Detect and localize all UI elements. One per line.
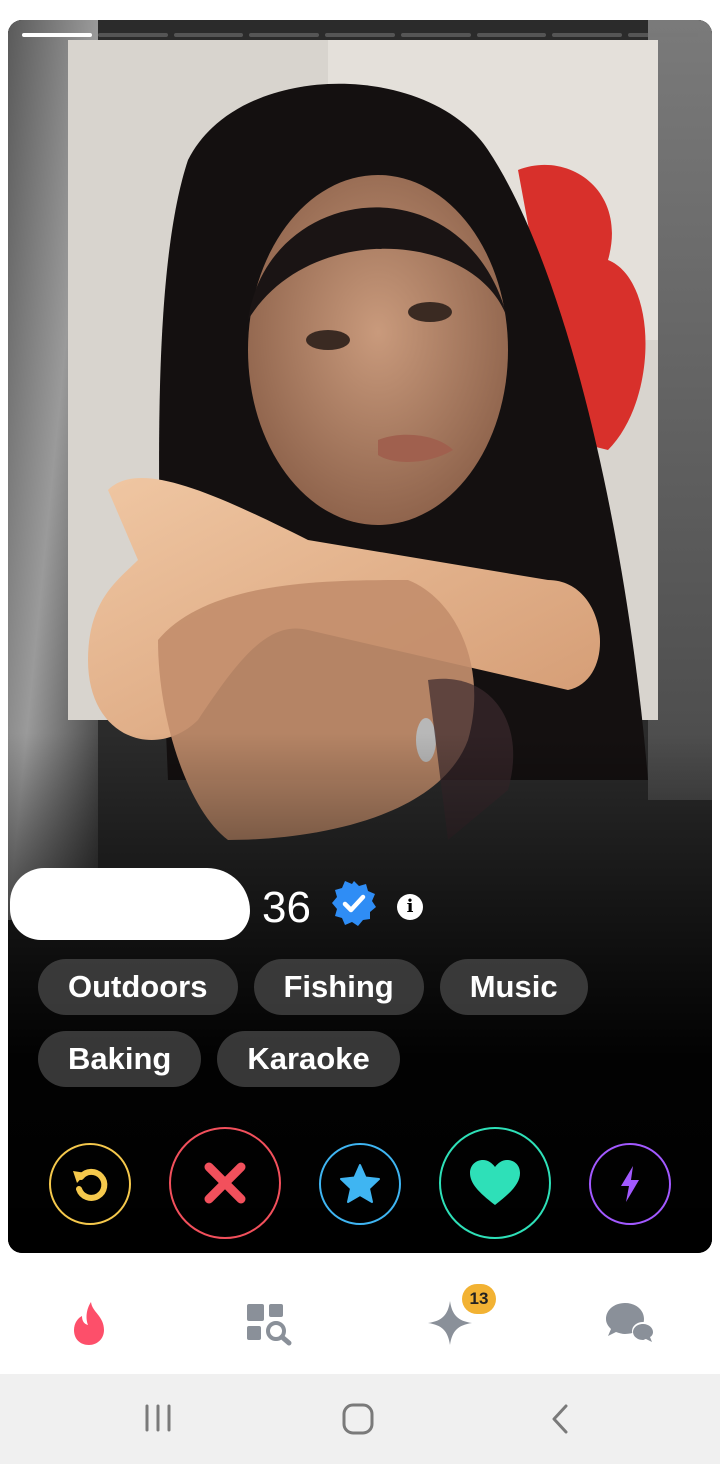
interest-tag: Baking [38,1031,202,1087]
system-nav-bar [0,1374,720,1464]
nav-discover[interactable] [64,1298,114,1348]
photo-progress-segment [97,33,168,37]
redacted-name [10,868,250,940]
profile-name-row: 36 i [8,860,708,950]
photo-progress [22,33,699,37]
super-like-button[interactable] [319,1143,401,1225]
rewind-icon [73,1168,108,1201]
photo-progress-segment [628,33,699,37]
interest-tags: Outdoors Fishing Music Baking Karaoke [38,959,688,1103]
home-icon[interactable] [341,1402,375,1436]
info-icon[interactable]: i [397,894,423,920]
chat-bubbles-icon [606,1303,654,1342]
likes-count-badge: 13 [462,1284,496,1314]
close-icon [204,1162,246,1204]
like-button[interactable] [439,1127,551,1239]
nav-explore[interactable] [244,1298,294,1348]
back-icon[interactable] [548,1402,572,1436]
rewind-button[interactable] [49,1143,131,1225]
profile-age: 36 [262,883,311,932]
explore-grid-icon [247,1304,292,1346]
swipe-actions [8,1120,712,1250]
interest-tags-row: Outdoors Fishing Music [38,959,688,1015]
nope-button[interactable] [169,1127,281,1239]
boost-button[interactable] [589,1143,671,1225]
star-icon [340,1164,380,1203]
interest-tag: Music [439,959,588,1015]
flame-icon [74,1302,104,1345]
interest-tag: Karaoke [217,1031,400,1087]
profile-card[interactable]: 36 i Outdoors Fishing Music Baking Karao… [8,20,712,1253]
photo-progress-segment [22,33,92,37]
lightning-icon [621,1166,639,1202]
photo-progress-segment [173,33,244,37]
interest-tag: Outdoors [38,959,238,1015]
photo-progress-segment [325,33,395,37]
photo-progress-segment [476,33,547,37]
heart-icon [470,1160,520,1205]
verified-badge-icon [332,881,376,926]
interest-tag: Fishing [253,959,424,1015]
nav-messages[interactable] [603,1298,654,1348]
photo-progress-segment [400,33,471,37]
photo-progress-segment [552,33,623,37]
interest-tags-row: Baking Karaoke [38,1031,688,1087]
recents-icon[interactable] [143,1402,173,1434]
bottom-nav: 13 [0,1270,720,1374]
photo-progress-segment [249,33,320,37]
